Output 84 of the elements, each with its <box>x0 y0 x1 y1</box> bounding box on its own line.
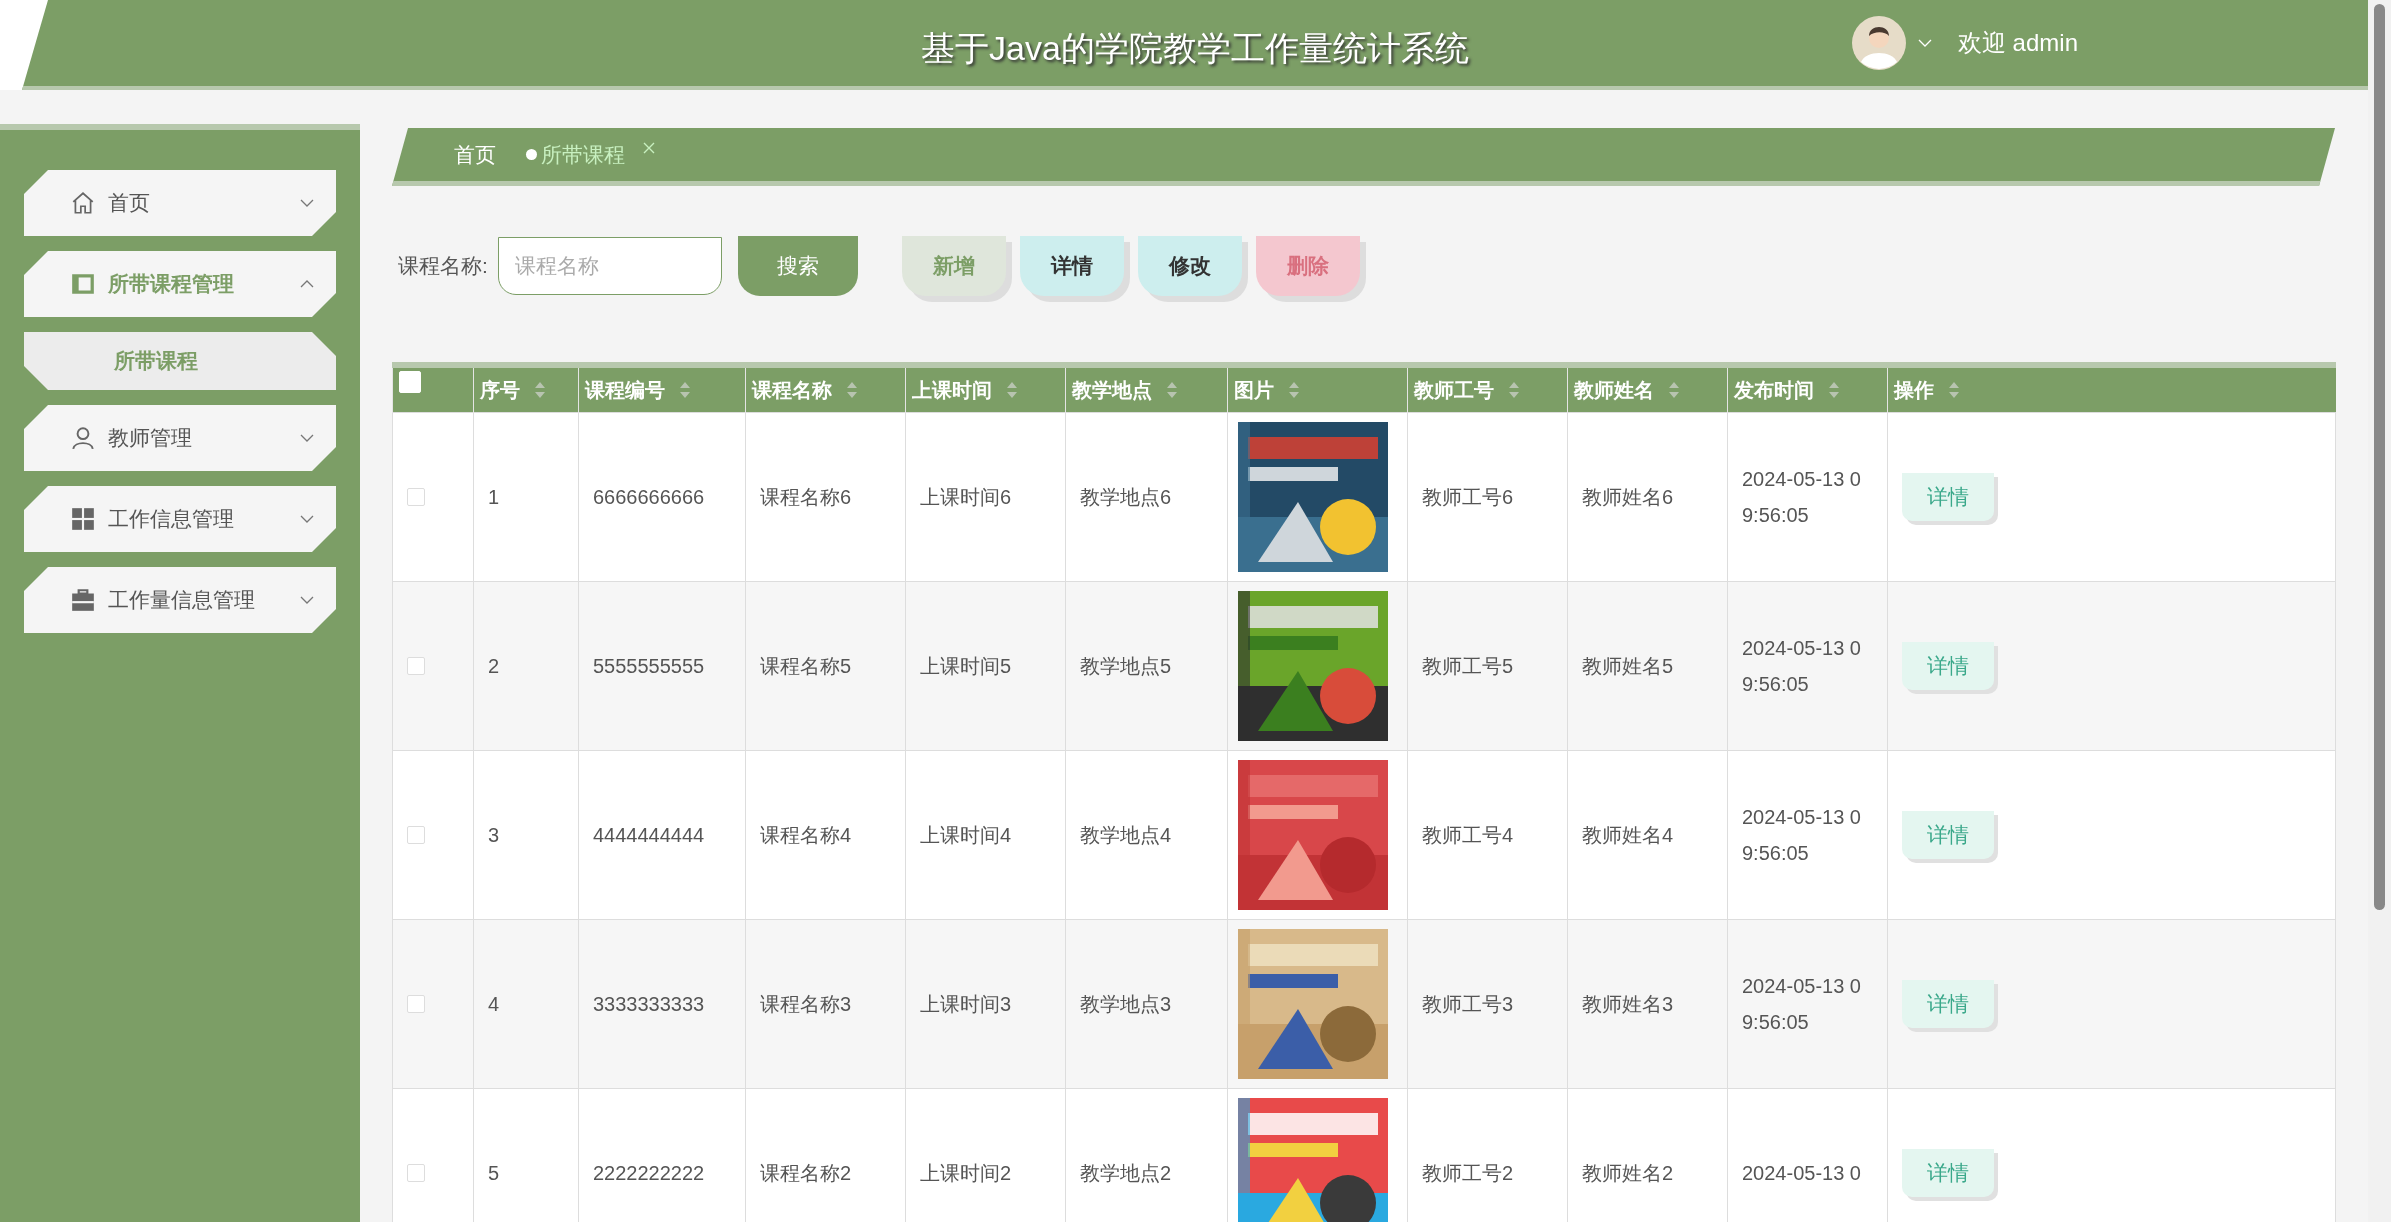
table-cell-text: 2024-05-13 09:56:05 <box>1742 636 1862 697</box>
table-cell: 1 <box>488 485 500 508</box>
table-cell-text: 2024-05-13 09:56:05 <box>1742 805 1862 866</box>
table-cell: 4 <box>488 992 500 1015</box>
sidebar-item[interactable]: 所带课程管理 <box>24 251 336 317</box>
sort-icon[interactable] <box>1006 381 1018 399</box>
sort-icon[interactable] <box>534 381 546 399</box>
sidebar-item[interactable]: 工作量信息管理 <box>24 567 336 633</box>
table-cell-text: 教师工号2 <box>1422 1160 1515 1186</box>
search-button[interactable]: 搜索 <box>737 236 858 296</box>
table-cell: 4444444444 <box>593 823 705 846</box>
table-cell-text: 教师姓名5 <box>1582 653 1675 679</box>
table-cell: 教学地点4 <box>1080 823 1172 846</box>
select-all-checkbox[interactable] <box>399 371 421 393</box>
table-cell-text: 教师工号4 <box>1422 822 1515 848</box>
chevron-down-icon <box>300 515 314 523</box>
sort-icon[interactable] <box>1828 381 1840 399</box>
row-checkbox[interactable] <box>407 826 425 844</box>
sort-icon[interactable] <box>1668 381 1680 399</box>
sort-icon[interactable] <box>1508 381 1520 399</box>
sort-icon[interactable] <box>679 381 691 399</box>
table-cell: 2222222222 <box>593 1161 705 1184</box>
table-cell: 课程名称2 <box>760 1161 852 1184</box>
table-cell: 3 <box>488 823 500 846</box>
table-cell: 课程名称3 <box>760 992 852 1015</box>
table-cell: 上课时间5 <box>920 654 1012 677</box>
table-cell: 5555555555 <box>593 654 705 677</box>
search-field[interactable]: 课程名称 <box>497 237 722 295</box>
table-cell-text: 教师姓名2 <box>1582 1160 1675 1186</box>
table-cell-text: 教师姓名6 <box>1582 484 1675 510</box>
table-cell: 课程名称4 <box>760 823 852 846</box>
briefcase-icon <box>70 587 96 613</box>
table-cell: 2 <box>488 654 500 677</box>
row-checkbox[interactable] <box>407 657 425 675</box>
app-title: 基于Java的学院教学工作量统计系统 <box>921 29 1469 67</box>
search-label: 课程名称: <box>398 253 488 279</box>
table-cell: 教学地点3 <box>1080 992 1172 1015</box>
table-cell: 教学地点6 <box>1080 485 1172 508</box>
sort-icon[interactable] <box>1166 381 1178 399</box>
avatar-icon[interactable] <box>1851 16 1906 70</box>
table-cell-text: 教师工号5 <box>1422 653 1515 679</box>
table-cell-text: 2024-05-13 09:56:05 <box>1742 467 1862 528</box>
chevron-down-icon[interactable] <box>1917 39 1932 47</box>
table-cell: 课程名称5 <box>760 654 852 677</box>
column-header[interactable]: 图片 <box>1234 376 1274 404</box>
chevron-down-icon <box>300 596 314 604</box>
table-cell-text: 教师工号3 <box>1422 991 1515 1017</box>
sort-icon[interactable] <box>1288 381 1300 399</box>
table-cell-text: 教师工号6 <box>1422 484 1515 510</box>
tab[interactable]: 首页 <box>454 140 496 169</box>
table-cell-text: 2024-05-13 09:56:05 <box>1742 974 1862 1035</box>
sort-icon[interactable] <box>846 381 858 399</box>
close-icon[interactable] <box>643 141 655 154</box>
user-icon <box>70 425 96 451</box>
book-icon <box>70 271 96 297</box>
welcome-text: 欢迎 admin <box>1957 28 2078 58</box>
sidebar-item[interactable]: 教师管理 <box>24 405 336 471</box>
table-cell-text: 教师姓名3 <box>1582 991 1675 1017</box>
table-cell: 教学地点2 <box>1080 1161 1172 1184</box>
sidebar-item[interactable]: 工作信息管理 <box>24 486 336 552</box>
chevron-down-icon <box>300 434 314 442</box>
tab[interactable]: 所带课程 <box>526 140 655 169</box>
table-cell: 课程名称6 <box>760 485 852 508</box>
table-cell: 上课时间2 <box>920 1161 1012 1184</box>
row-checkbox[interactable] <box>407 488 425 506</box>
table-cell: 上课时间3 <box>920 992 1012 1015</box>
table-cell: 3333333333 <box>593 992 705 1015</box>
submenu-item[interactable]: 所带课程 <box>24 332 336 390</box>
grid-icon <box>70 506 96 532</box>
table-cell: 教学地点5 <box>1080 654 1172 677</box>
table-cell: 5 <box>488 1161 500 1184</box>
row-checkbox[interactable] <box>407 1164 425 1182</box>
table-cell: 上课时间6 <box>920 485 1012 508</box>
home-icon <box>70 190 96 216</box>
column-header[interactable]: 操作 <box>1894 376 1934 404</box>
chevron-down-icon <box>300 199 314 207</box>
table-cell: 上课时间4 <box>920 823 1012 846</box>
table-cell: 6666666666 <box>593 485 705 508</box>
row-checkbox[interactable] <box>407 995 425 1013</box>
table-cell-text: 教师姓名4 <box>1582 822 1675 848</box>
sort-icon[interactable] <box>1948 381 1960 399</box>
sidebar-item[interactable]: 首页 <box>24 170 336 236</box>
table-cell-text: 2024-05-13 0 <box>1742 1161 1862 1186</box>
chevron-up-icon <box>300 280 314 288</box>
